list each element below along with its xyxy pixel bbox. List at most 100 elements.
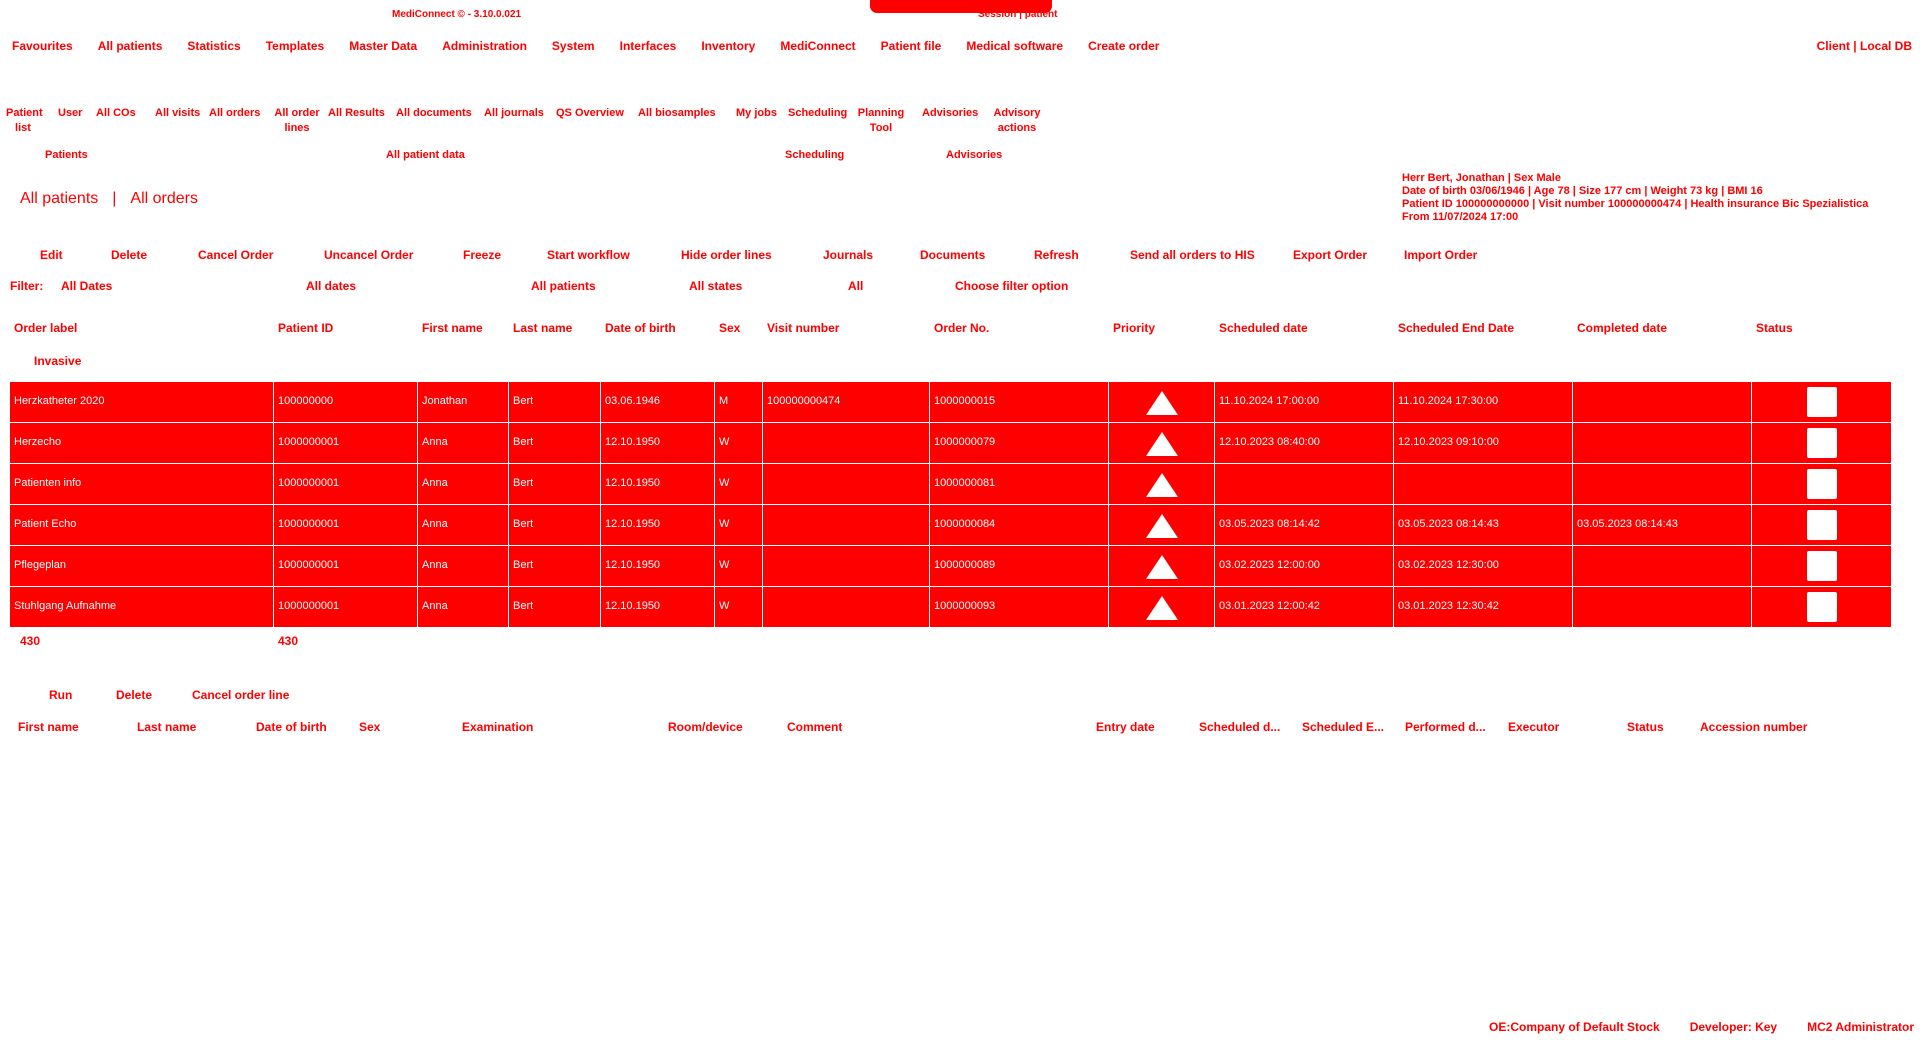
documents-button[interactable]: Documents: [920, 248, 985, 262]
table-row[interactable]: Herzkatheter 2020 100000000 Jonathan Ber…: [10, 382, 1892, 423]
ribbon-all-documents[interactable]: All documents: [396, 106, 472, 121]
breadcrumb-all-orders[interactable]: All orders: [130, 190, 198, 208]
uncancel-order-button[interactable]: Uncancel Order: [324, 248, 413, 262]
ribbon-all-results[interactable]: All Results: [328, 106, 385, 121]
menu-mediconnect[interactable]: MediConnect: [780, 39, 855, 55]
menu-interfaces[interactable]: Interfaces: [620, 39, 677, 55]
filter-option-select[interactable]: Choose filter option: [955, 279, 1068, 293]
ribbon-all-cos[interactable]: All COs: [96, 106, 136, 121]
status-company[interactable]: OE:Company of Default Stock: [1489, 1020, 1660, 1034]
ribbon-advisories[interactable]: Advisories: [922, 106, 978, 121]
cell-visit-number: [763, 505, 930, 545]
client-info[interactable]: Client | Local DB: [1817, 39, 1912, 53]
menu-create-order[interactable]: Create order: [1088, 39, 1159, 55]
cell-status: [1752, 464, 1892, 504]
table-row[interactable]: Patienten info 1000000001 Anna Bert 12.1…: [10, 464, 1892, 505]
table-row[interactable]: Pflegeplan 1000000001 Anna Bert 12.10.19…: [10, 546, 1892, 587]
col-scheduled-date[interactable]: Scheduled date: [1219, 321, 1308, 335]
menu-all-patients[interactable]: All patients: [98, 39, 163, 55]
lcol-status[interactable]: Status: [1627, 720, 1664, 734]
lcol-scheduled-end-date[interactable]: Scheduled E...: [1302, 720, 1384, 734]
delete-order-line-button[interactable]: Delete: [116, 688, 152, 702]
col-priority[interactable]: Priority: [1113, 321, 1155, 335]
lcol-executor[interactable]: Executor: [1508, 720, 1559, 734]
refresh-button[interactable]: Refresh: [1034, 248, 1079, 262]
lcol-scheduled-date[interactable]: Scheduled d...: [1199, 720, 1280, 734]
menu-master-data[interactable]: Master Data: [349, 39, 417, 55]
lcol-performed-date[interactable]: Performed d...: [1405, 720, 1486, 734]
menu-system[interactable]: System: [552, 39, 595, 55]
col-first-name[interactable]: First name: [422, 321, 483, 335]
delete-button[interactable]: Delete: [111, 248, 147, 262]
ribbon-my-jobs[interactable]: My jobs: [736, 106, 777, 121]
ribbon-planning-tool[interactable]: Planning Tool: [855, 106, 907, 136]
filter-states-select[interactable]: All states: [689, 279, 742, 293]
ribbon-all-orders[interactable]: All orders: [209, 106, 260, 121]
menu-inventory[interactable]: Inventory: [701, 39, 755, 55]
ribbon-all-biosamples[interactable]: All biosamples: [638, 106, 716, 121]
lcol-date-of-birth[interactable]: Date of birth: [256, 720, 327, 734]
status-developer[interactable]: Developer: Key: [1690, 1020, 1777, 1034]
col-last-name[interactable]: Last name: [513, 321, 572, 335]
col-order-no[interactable]: Order No.: [934, 321, 989, 335]
ribbon-scheduling[interactable]: Scheduling: [788, 106, 847, 121]
lcol-examination[interactable]: Examination: [462, 720, 533, 734]
col-status[interactable]: Status: [1756, 321, 1793, 335]
ribbon-qs-overview[interactable]: QS Overview: [556, 106, 624, 121]
cell-date-of-birth: 12.10.1950: [601, 587, 715, 627]
run-button[interactable]: Run: [49, 688, 72, 702]
filter-patients-select[interactable]: All patients: [531, 279, 596, 293]
menu-administration[interactable]: Administration: [442, 39, 527, 55]
col-visit-number[interactable]: Visit number: [767, 321, 839, 335]
ribbon-user[interactable]: User: [58, 106, 82, 121]
start-workflow-button[interactable]: Start workflow: [547, 248, 630, 262]
ribbon-all-order-lines[interactable]: All order lines: [271, 106, 323, 136]
menu-favourites[interactable]: Favourites: [12, 39, 73, 55]
cancel-order-button[interactable]: Cancel Order: [198, 248, 273, 262]
col-order-label[interactable]: Order label: [14, 321, 77, 335]
lcol-entry-date[interactable]: Entry date: [1096, 720, 1155, 734]
menu-statistics[interactable]: Statistics: [187, 39, 240, 55]
table-row[interactable]: Stuhlgang Aufnahme 1000000001 Anna Bert …: [10, 587, 1892, 628]
cell-scheduled-end-date: 03.01.2023 12:30:42: [1394, 587, 1573, 627]
hide-order-lines-button[interactable]: Hide order lines: [681, 248, 772, 262]
menu-patient-file[interactable]: Patient file: [881, 39, 942, 55]
journals-button[interactable]: Journals: [823, 248, 873, 262]
send-all-orders-button[interactable]: Send all orders to HIS: [1130, 248, 1255, 262]
cell-first-name: Anna: [418, 464, 509, 504]
filter-all-select[interactable]: All: [848, 279, 863, 293]
cell-order-label: Pflegeplan: [10, 546, 274, 586]
menu-templates[interactable]: Templates: [266, 39, 324, 55]
filter-dates-select[interactable]: All dates: [306, 279, 356, 293]
priority-high-icon: [1145, 555, 1178, 579]
breadcrumb-all-patients[interactable]: All patients: [20, 190, 98, 208]
freeze-button[interactable]: Freeze: [463, 248, 501, 262]
lcol-room-device[interactable]: Room/device: [668, 720, 743, 734]
ribbon-advisory-actions[interactable]: Advisory actions: [988, 106, 1046, 136]
group-label-invasive[interactable]: Invasive: [34, 354, 81, 368]
menu-medical-software[interactable]: Medical software: [966, 39, 1063, 55]
col-scheduled-end-date[interactable]: Scheduled End Date: [1398, 321, 1514, 335]
import-order-button[interactable]: Import Order: [1404, 248, 1477, 262]
cell-scheduled-end-date: 11.10.2024 17:30:00: [1394, 382, 1573, 422]
col-sex[interactable]: Sex: [719, 321, 740, 335]
cell-scheduled-date: 03.02.2023 12:00:00: [1215, 546, 1394, 586]
cancel-order-line-button[interactable]: Cancel order line: [192, 688, 289, 702]
ribbon-all-visits[interactable]: All visits: [155, 106, 200, 121]
col-completed-date[interactable]: Completed date: [1577, 321, 1667, 335]
export-order-button[interactable]: Export Order: [1293, 248, 1367, 262]
status-user[interactable]: MC2 Administrator: [1807, 1020, 1914, 1034]
table-row[interactable]: Patient Echo 1000000001 Anna Bert 12.10.…: [10, 505, 1892, 546]
table-row[interactable]: Herzecho 1000000001 Anna Bert 12.10.1950…: [10, 423, 1892, 464]
ribbon-patient-list[interactable]: Patient list: [6, 106, 43, 136]
cell-order-no: 1000000081: [930, 464, 1109, 504]
lcol-last-name[interactable]: Last name: [137, 720, 196, 734]
lcol-accession-number[interactable]: Accession number: [1700, 720, 1807, 734]
lcol-sex[interactable]: Sex: [359, 720, 380, 734]
lcol-comment[interactable]: Comment: [787, 720, 842, 734]
col-patient-id[interactable]: Patient ID: [278, 321, 333, 335]
lcol-first-name[interactable]: First name: [18, 720, 79, 734]
col-date-of-birth[interactable]: Date of birth: [605, 321, 676, 335]
ribbon-all-journals[interactable]: All journals: [484, 106, 544, 121]
edit-button[interactable]: Edit: [40, 248, 63, 262]
